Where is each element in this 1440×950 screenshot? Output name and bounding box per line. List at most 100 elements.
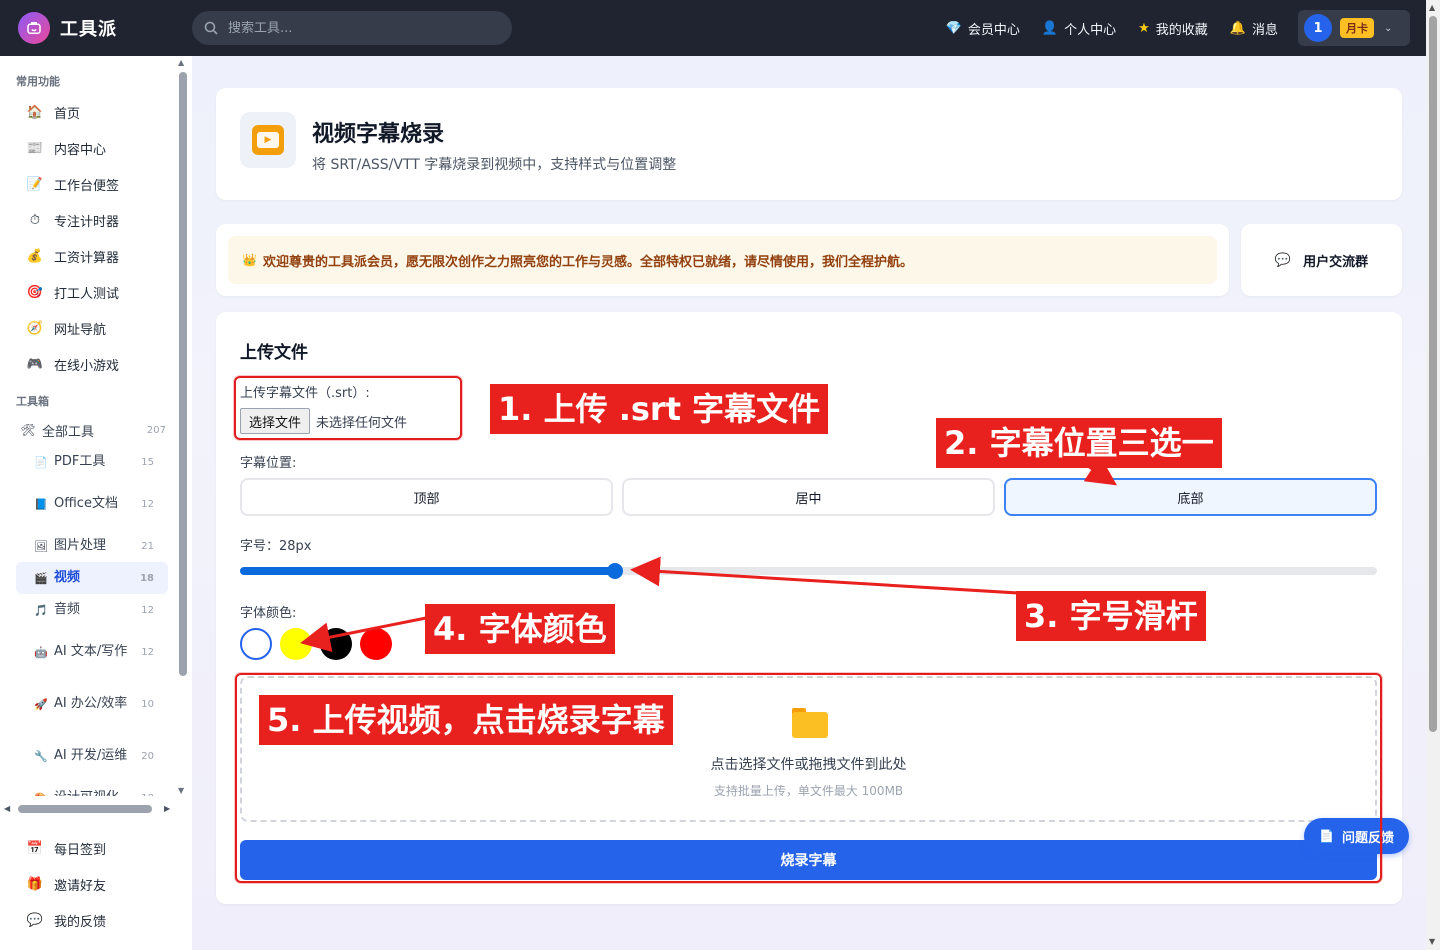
search-input[interactable] — [228, 20, 488, 36]
sidebar-item[interactable]: 🎁 邀请好友 — [0, 866, 192, 902]
sidebar-item-label: PDF工具 — [54, 454, 106, 469]
sidebar-category-item[interactable]: 🎬 视频 18 — [16, 562, 168, 594]
sidebar-category-item[interactable]: 🎵 音频 12 — [16, 594, 168, 626]
sidebar-item-label: 邀请好友 — [54, 878, 107, 894]
sidebar-item-label: Office文档 — [54, 496, 118, 511]
gamepad-icon: 🎮 — [26, 356, 44, 372]
sidebar-item[interactable]: 🧭 网址导航 — [0, 310, 176, 346]
position-top-button[interactable]: 顶部 — [240, 478, 613, 516]
member-notice: 👑 欢迎尊贵的工具派会员，愿无限次创作之力照亮您的工作与灵感。全部特权已就绪，请… — [228, 236, 1217, 284]
avatar: 1 — [1304, 14, 1332, 42]
scroll-left-icon[interactable]: ◀ — [4, 804, 10, 813]
sidebar-item-label: 专注计时器 — [54, 214, 120, 230]
money-bag-icon: 💰 — [26, 248, 44, 264]
nav-label: 个人中心 — [1064, 22, 1117, 38]
item-count: 12 — [141, 646, 154, 658]
item-count: 20 — [141, 750, 154, 762]
color-swatch-black[interactable] — [320, 628, 352, 660]
position-bottom-button[interactable]: 底部 — [1004, 478, 1377, 516]
sidebar-category-item[interactable]: 🔧 AI 开发/运维 20 — [16, 730, 168, 782]
sidebar-vertical-scrollbar[interactable]: ▲ ▼ — [178, 56, 188, 796]
sidebar-item-label: AI 开发/运维 — [54, 748, 128, 763]
user-menu[interactable]: 1 月卡 ⌄ — [1298, 10, 1410, 46]
nav-member-center[interactable]: 💎 会员中心 — [946, 19, 1020, 38]
compass-icon: 🧭 — [26, 320, 44, 336]
sidebar-item[interactable]: 📝 工作台便签 — [0, 166, 176, 202]
page-vertical-scrollbar[interactable]: ▲ ▼ — [1426, 0, 1440, 950]
position-label: 字幕位置: — [240, 456, 297, 471]
nav-personal-center[interactable]: 👤 个人中心 — [1042, 19, 1116, 38]
sidebar-item[interactable]: 💬 我的反馈 — [0, 902, 192, 938]
scrollbar-thumb[interactable] — [18, 805, 152, 813]
search-box[interactable] — [192, 11, 512, 45]
sidebar-category-item[interactable]: 🤖 AI 文本/写作 12 — [16, 626, 168, 678]
sidebar-item-label: 工作台便签 — [54, 178, 120, 194]
sidebar-category-item[interactable]: 📘 Office文档 12 — [16, 478, 168, 530]
diamond-icon: 💎 — [945, 20, 962, 36]
sidebar-horizontal-scrollbar[interactable]: ◀ ▶ — [4, 804, 174, 814]
sidebar-item-label: 网址导航 — [54, 322, 107, 338]
nav-messages[interactable]: 🔔 消息 — [1230, 19, 1278, 38]
video-tool-icon: ▶ — [240, 112, 296, 168]
item-count: 18 — [140, 572, 154, 584]
sidebar-category-item[interactable]: 📄 PDF工具 15 — [16, 446, 168, 478]
sidebar-item[interactable]: 💰 工资计算器 — [0, 238, 176, 274]
target-icon: 🎯 — [26, 284, 44, 300]
sidebar-item-label: 内容中心 — [54, 142, 107, 158]
chevron-down-icon: ⌄ — [1384, 22, 1393, 34]
item-count: 15 — [141, 456, 154, 468]
user-group-button[interactable]: 💬 用户交流群 — [1241, 224, 1402, 296]
palette-icon: 🎨 — [34, 792, 48, 797]
section-title: 上传文件 — [240, 343, 308, 363]
scroll-down-icon[interactable]: ▼ — [1429, 937, 1435, 946]
robot-icon: 🤖 — [34, 645, 48, 659]
sidebar-item[interactable]: 📅 每日签到 — [0, 830, 192, 866]
sidebar-item-label: 首页 — [54, 106, 81, 122]
scrollbar-thumb[interactable] — [1429, 16, 1437, 732]
font-color-label: 字体颜色: — [240, 606, 297, 621]
sidebar-item[interactable]: ⏱ 专注计时器 — [0, 202, 176, 238]
music-icon: 🎵 — [34, 603, 48, 617]
pdf-icon: 📄 — [34, 455, 48, 469]
color-swatch-red[interactable] — [360, 628, 392, 660]
scrollbar-thumb[interactable] — [179, 72, 187, 676]
sidebar-item-label: AI 文本/写作 — [54, 644, 128, 659]
scroll-up-icon[interactable]: ▲ — [1429, 3, 1435, 12]
font-size-label: 字号：28px — [240, 539, 312, 554]
sidebar-category-item[interactable]: 🚀 AI 办公/效率 10 — [16, 678, 168, 730]
sidebar-category-item[interactable]: 🎨 设计可视化 18 — [16, 782, 168, 796]
sidebar-item-label: 我的反馈 — [54, 914, 107, 930]
position-middle-button[interactable]: 居中 — [622, 478, 995, 516]
scroll-down-icon[interactable]: ▼ — [178, 786, 184, 795]
item-count: 207 — [146, 424, 166, 436]
sidebar-item[interactable]: 🎮 在线小游戏 — [0, 346, 176, 382]
sidebar-item[interactable]: 🎯 打工人测试 — [0, 274, 176, 310]
sidebar-category-item[interactable]: 🖼 图片处理 21 — [16, 530, 168, 562]
sidebar-item[interactable]: 🏠 首页 — [0, 94, 176, 130]
item-count: 21 — [141, 540, 154, 552]
note-icon: 📝 — [26, 176, 44, 192]
annotation-step-5: 5. 上传视频，点击烧录字幕 — [259, 695, 673, 745]
scroll-right-icon[interactable]: ▶ — [164, 804, 170, 813]
search-icon — [204, 21, 218, 35]
item-count: 10 — [141, 698, 154, 710]
sidebar-item-all-tools[interactable]: 🛠 全部工具 207 — [0, 414, 176, 446]
notice-text: 欢迎尊贵的工具派会员，愿无限次创作之力照亮您的工作与灵感。全部特权已就绪，请尽情… — [262, 254, 913, 270]
scroll-up-icon[interactable]: ▲ — [178, 58, 184, 67]
crown-icon: 👑 — [242, 253, 257, 267]
font-size-slider[interactable] — [240, 563, 1377, 579]
sidebar-item[interactable]: 📰 内容中心 — [0, 130, 176, 166]
annotation-box-subtitle-upload — [234, 376, 462, 440]
brand-name: 工具派 — [60, 19, 117, 40]
sidebar: 常用功能 🏠 首页 📰 内容中心 📝 工作台便签 ⏱ 专注计时器 💰 工资计算器 🎯 打工人测试 🧭 网址… — [0, 56, 192, 950]
logo-icon — [18, 12, 50, 44]
page-subtitle: 将 SRT/ASS/VTT 字幕烧录到视频中，支持样式与位置调整 — [312, 157, 677, 173]
star-icon: ★ — [1138, 20, 1150, 36]
nav-favorites[interactable]: ★ 我的收藏 — [1138, 19, 1208, 38]
item-count: 18 — [141, 793, 154, 797]
nav-label: 会员中心 — [967, 22, 1020, 38]
slider-handle[interactable] — [607, 563, 623, 579]
brand[interactable]: 工具派 — [18, 12, 192, 44]
color-swatch-yellow[interactable] — [280, 628, 312, 660]
color-swatch-white[interactable] — [240, 628, 272, 660]
